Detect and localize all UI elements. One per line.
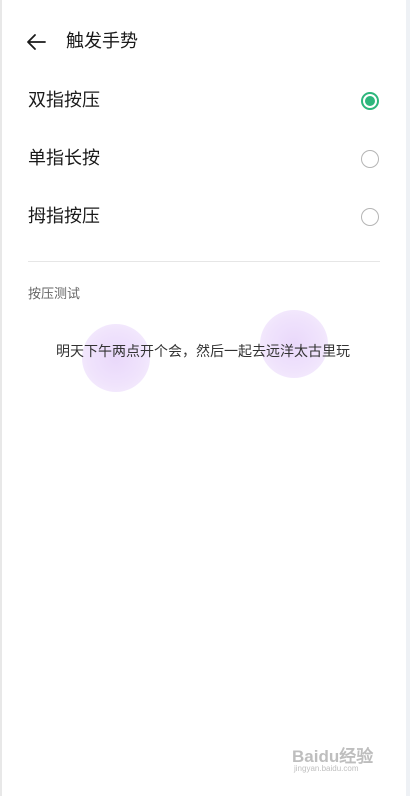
press-test-area[interactable]: 明天下午两点开个会，然后一起去远洋太古里玩 xyxy=(0,308,406,404)
option-single-finger-long-press[interactable]: 单指长按 xyxy=(0,130,406,188)
baidu-watermark: Baidu经验 jingyan.baidu.com xyxy=(292,738,392,778)
radio-checked-icon[interactable] xyxy=(361,92,379,110)
option-label: 双指按压 xyxy=(28,90,100,111)
watermark-url: jingyan.baidu.com xyxy=(294,764,359,773)
option-thumb-press[interactable]: 拇指按压 xyxy=(0,188,406,246)
arrow-left-icon xyxy=(27,34,46,50)
right-edge xyxy=(406,0,410,796)
option-two-finger-press[interactable]: 双指按压 xyxy=(0,72,406,130)
header: 触发手势 xyxy=(0,20,406,64)
radio-unchecked-icon[interactable] xyxy=(361,150,379,168)
section-title: 按压测试 xyxy=(28,287,81,302)
screen: 触发手势 双指按压 单指长按 拇指按压 按压测试 明天下午两点开个会，然后一起去… xyxy=(0,0,410,796)
test-sample-text: 明天下午两点开个会，然后一起去远洋太古里玩 xyxy=(56,344,350,360)
back-button[interactable] xyxy=(22,29,50,55)
option-label: 拇指按压 xyxy=(28,206,100,227)
option-label: 单指长按 xyxy=(28,148,100,169)
page-title: 触发手势 xyxy=(66,31,138,52)
radio-unchecked-icon[interactable] xyxy=(361,208,379,226)
divider xyxy=(28,261,380,262)
